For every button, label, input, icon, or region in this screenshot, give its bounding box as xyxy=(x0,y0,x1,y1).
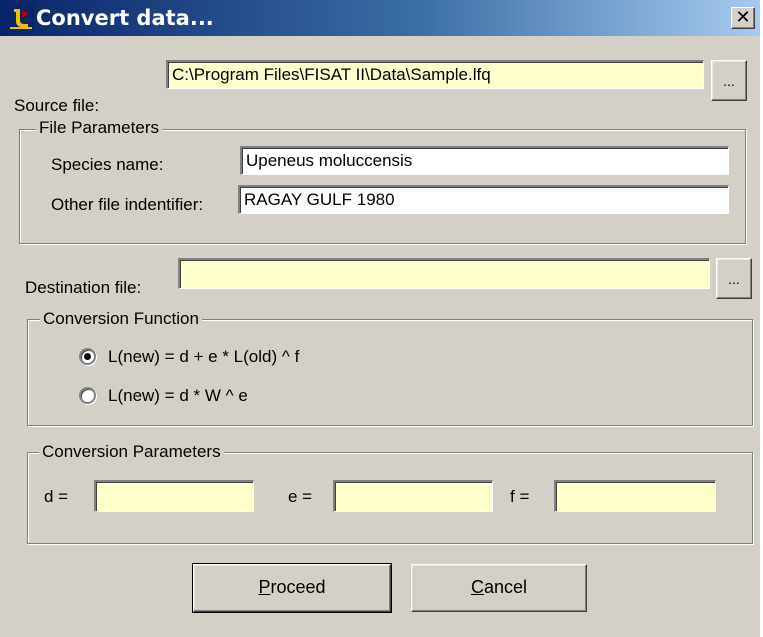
window-title: Convert data... xyxy=(36,6,214,30)
destination-file-field[interactable] xyxy=(178,258,710,289)
param-d-label: d = xyxy=(44,487,69,506)
option-weight-conversion-label[interactable]: L(new) = d * W ^ e xyxy=(108,386,248,406)
destination-browse-button[interactable]: ... xyxy=(716,258,752,299)
param-e-field[interactable] xyxy=(333,480,493,512)
source-file-label: Source file: xyxy=(14,96,100,115)
source-browse-button[interactable]: ... xyxy=(711,60,747,101)
convert-data-dialog: Convert data... ✕ Source file: C:\Progra… xyxy=(0,0,760,637)
conversion-function-title: Conversion Function xyxy=(40,309,202,329)
param-f-label: f = xyxy=(510,487,530,506)
radio-length-conversion[interactable] xyxy=(79,348,96,365)
conversion-parameters-title: Conversion Parameters xyxy=(39,442,224,462)
param-f-field[interactable] xyxy=(554,480,716,512)
close-button[interactable]: ✕ xyxy=(731,7,755,29)
species-name-field[interactable]: Upeneus moluccensis xyxy=(240,146,729,175)
option-length-conversion-label[interactable]: L(new) = d + e * L(old) ^ f xyxy=(108,347,299,367)
destination-file-label: Destination file: xyxy=(25,278,142,297)
param-d-field[interactable] xyxy=(94,480,254,512)
close-icon: ✕ xyxy=(735,7,751,28)
species-name-label: Species name: xyxy=(51,155,164,174)
radio-selected-dot xyxy=(84,353,91,360)
conversion-function-group xyxy=(27,319,753,426)
title-bar[interactable]: Convert data... ✕ xyxy=(0,0,760,36)
app-icon xyxy=(8,6,34,30)
param-e-label: e = xyxy=(288,487,313,506)
source-file-field[interactable]: C:\Program Files\FISAT II\Data\Sample.lf… xyxy=(166,60,704,89)
file-parameters-title: File Parameters xyxy=(36,118,162,138)
radio-weight-conversion[interactable] xyxy=(79,387,96,404)
other-identifier-field[interactable]: RAGAY GULF 1980 xyxy=(238,185,729,214)
other-identifier-label: Other file indentifier: xyxy=(51,195,204,214)
cancel-button-label: Cancel xyxy=(470,577,528,597)
proceed-button[interactable]: Proceed xyxy=(192,563,392,613)
cancel-button[interactable]: Cancel xyxy=(411,564,587,612)
proceed-button-label: Proceed xyxy=(258,577,326,597)
